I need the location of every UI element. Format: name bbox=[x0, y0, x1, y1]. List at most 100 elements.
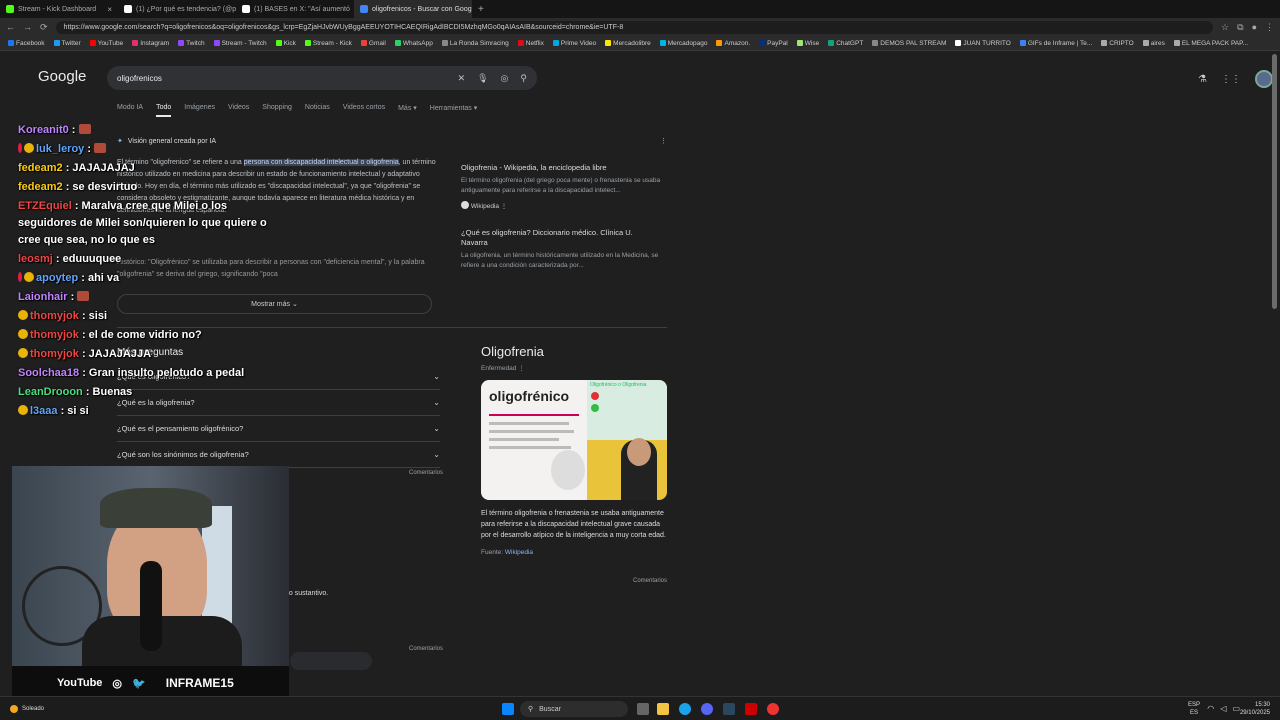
avatar[interactable] bbox=[1254, 70, 1273, 88]
mic-icon[interactable]: 🎙 bbox=[477, 73, 488, 84]
search-tab[interactable]: Shopping bbox=[262, 104, 292, 117]
bookmark[interactable]: ChatGPT bbox=[828, 40, 863, 47]
scrollbar[interactable] bbox=[1272, 52, 1278, 692]
source-card-wikipedia[interactable]: Oligofrenia - Wikipedia, la enciclopedia… bbox=[461, 163, 661, 212]
pill-button[interactable] bbox=[290, 652, 372, 670]
search-tab[interactable]: Todo bbox=[156, 104, 172, 117]
bookmark[interactable]: La Ronda Simracing bbox=[441, 40, 509, 47]
url-input[interactable]: https://www.google.com/search?q=oligofre… bbox=[55, 20, 1214, 34]
kp-source-link[interactable]: Wikipedia bbox=[505, 549, 533, 556]
bookmark[interactable]: Instagram bbox=[132, 40, 169, 47]
forward-icon[interactable]: → bbox=[23, 22, 32, 32]
bookmark[interactable]: DEMOS PAL STREAM bbox=[872, 40, 946, 47]
edge-icon[interactable] bbox=[679, 703, 691, 715]
search-tab[interactable]: Imágenes bbox=[184, 104, 215, 117]
wifi-icon[interactable]: ◠ bbox=[1207, 704, 1214, 713]
browser-tab[interactable]: oligofrenicos - Buscar con Google× bbox=[354, 0, 472, 18]
extensions-icon[interactable]: ⧉ bbox=[1237, 22, 1243, 33]
search-tab[interactable]: Videos cortos bbox=[343, 104, 385, 117]
close-icon[interactable]: × bbox=[107, 5, 112, 14]
search-tab[interactable]: Herramientas ▾ bbox=[430, 104, 477, 117]
bookmark-icon bbox=[275, 40, 282, 46]
language-indicator[interactable]: ESP ES bbox=[1188, 701, 1200, 717]
menu-icon[interactable]: ⋮ bbox=[1265, 22, 1274, 33]
chrome-icon[interactable] bbox=[767, 703, 779, 715]
comments-link[interactable]: Comentarios bbox=[481, 578, 667, 584]
chat-message: leosmj : eduuuquee bbox=[18, 251, 278, 268]
bookmark[interactable]: Wise bbox=[796, 40, 819, 47]
discord-icon[interactable] bbox=[701, 703, 713, 715]
chat-message: ETZEquiel : Maralva cree que Milei o los… bbox=[18, 198, 278, 249]
comments-link[interactable]: Comentarios bbox=[409, 646, 443, 652]
steam-icon[interactable] bbox=[723, 703, 735, 715]
chat-text: : Gran insulto pelotudo a pedal bbox=[79, 367, 245, 379]
bookmark[interactable]: Facebook bbox=[8, 40, 45, 47]
browser-tab[interactable]: (1) ¿Por qué es tendencia? (@por× bbox=[118, 0, 236, 18]
browser-tab[interactable]: (1) BASES en X: "Así aumentó× bbox=[236, 0, 354, 18]
tray-icons[interactable]: ◠ ◁ ▭ bbox=[1207, 704, 1240, 713]
sub-badge-icon bbox=[18, 143, 22, 153]
badge-icon bbox=[18, 405, 28, 415]
battery-icon[interactable]: ▭ bbox=[1232, 704, 1240, 713]
bookmark[interactable]: Amazon. bbox=[716, 40, 750, 47]
search-input[interactable]: oligofrenicos bbox=[117, 74, 162, 83]
reload-icon[interactable]: ⟳ bbox=[40, 22, 48, 33]
bookmark[interactable]: Stream - Kick bbox=[304, 40, 352, 47]
faq-item[interactable]: ¿Qué son los sinónimos de oligofrenia? ⌄ bbox=[117, 442, 440, 468]
profile-icon[interactable]: ● bbox=[1252, 22, 1257, 32]
search-box[interactable]: oligofrenicos ✕ 🎙 ◎ ⚲ bbox=[107, 66, 537, 90]
bookmark-icon bbox=[552, 40, 559, 46]
file-explorer-icon[interactable] bbox=[657, 703, 669, 715]
chat-message: apoytep : ahi va bbox=[18, 270, 278, 287]
clear-icon[interactable]: ✕ bbox=[458, 73, 466, 84]
apps-icon[interactable]: ⋮⋮ bbox=[1221, 74, 1241, 85]
clock[interactable]: 15:30 29/10/2025 bbox=[1240, 701, 1270, 717]
bookmark[interactable]: GIFs de Inframe | Te... bbox=[1019, 40, 1092, 47]
labs-icon[interactable]: ⚗ bbox=[1198, 74, 1207, 85]
volume-icon[interactable]: ◁ bbox=[1220, 704, 1226, 713]
bookmark[interactable]: Gmail bbox=[360, 40, 386, 47]
search-icon[interactable]: ⚲ bbox=[520, 73, 527, 84]
bookmark[interactable]: Kick bbox=[275, 40, 296, 47]
bookmark-icon bbox=[441, 40, 448, 46]
bookmark[interactable]: Twitter bbox=[53, 40, 81, 47]
bookmark-star-icon[interactable]: ☆ bbox=[1221, 22, 1229, 33]
google-logo[interactable]: Google bbox=[38, 68, 86, 85]
kp-image[interactable]: oligofrénico Oligofrénico o Oligofrenia bbox=[481, 380, 667, 500]
comments-link[interactable]: Comentarios bbox=[409, 470, 443, 476]
task-view-icon[interactable] bbox=[637, 703, 649, 715]
bookmark-icon bbox=[394, 40, 401, 46]
tab-favicon-icon bbox=[124, 5, 132, 13]
search-tab[interactable]: Videos bbox=[228, 104, 249, 117]
windows-start-icon[interactable] bbox=[502, 703, 514, 715]
weather-widget[interactable]: Soleado bbox=[10, 705, 44, 713]
bookmark[interactable]: Prime Video bbox=[552, 40, 596, 47]
new-tab-icon[interactable]: + bbox=[478, 4, 484, 15]
chat-username: thomyjok bbox=[30, 329, 79, 341]
search-tab[interactable]: Modo IA bbox=[117, 104, 143, 117]
bookmark[interactable]: Netflix bbox=[517, 40, 544, 47]
bookmark[interactable]: Stream - Twitch bbox=[213, 40, 267, 47]
more-options-icon[interactable]: ⋮ bbox=[660, 137, 667, 145]
bookmark[interactable]: aires bbox=[1142, 40, 1165, 47]
source-card-navarra[interactable]: ¿Qué es oligofrenia? Diccionario médico.… bbox=[461, 228, 661, 271]
bookmark[interactable]: Mercadolibre bbox=[605, 40, 651, 47]
bookmark[interactable]: PayPal bbox=[759, 40, 788, 47]
app-icon[interactable] bbox=[745, 703, 757, 715]
search-tab[interactable]: Noticias bbox=[305, 104, 330, 117]
bookmark[interactable]: CRIPTO bbox=[1101, 40, 1134, 47]
bookmark[interactable]: Mercadopago bbox=[659, 40, 707, 47]
browser-tab[interactable]: Stream - Kick Dashboard × bbox=[0, 0, 118, 18]
chevron-down-icon: ⌄ bbox=[433, 398, 440, 407]
lens-icon[interactable]: ◎ bbox=[501, 73, 509, 84]
taskbar-search[interactable]: ⚲ Buscar bbox=[520, 701, 628, 717]
bookmark[interactable]: WhatsApp bbox=[394, 40, 433, 47]
back-icon[interactable]: ← bbox=[6, 22, 15, 32]
bookmark[interactable]: YouTube bbox=[89, 40, 123, 47]
chat-text: : Buenas bbox=[82, 386, 133, 398]
search-tab[interactable]: Más ▾ bbox=[398, 104, 417, 117]
bookmark[interactable]: EL MEGA PACK PAP... bbox=[1173, 40, 1248, 47]
bookmark[interactable]: Twitch bbox=[178, 40, 205, 47]
twitter-icon: 🐦 bbox=[132, 677, 146, 690]
bookmark[interactable]: JUAN TURRITO bbox=[955, 40, 1011, 47]
